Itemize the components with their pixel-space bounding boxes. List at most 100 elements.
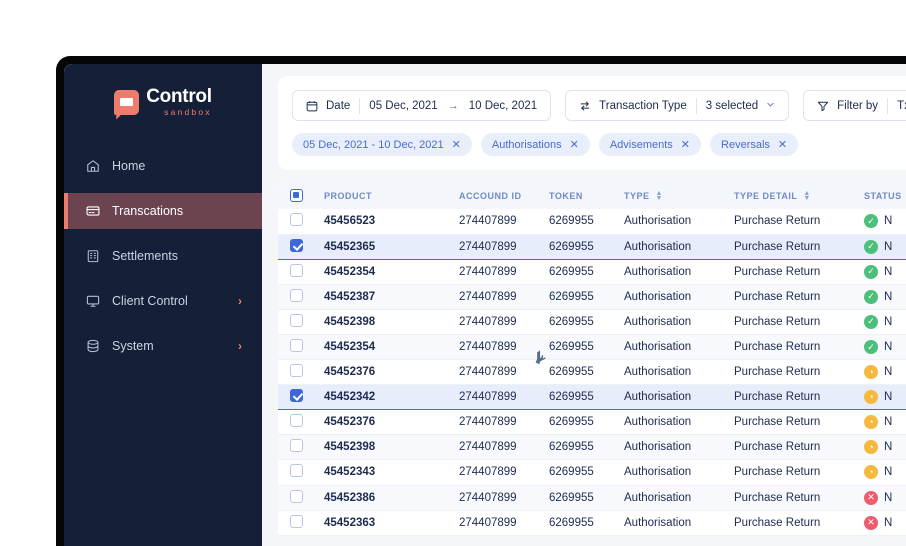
table-row[interactable]: 45452354 274407899 6269955 Authorisation Pur… [278, 259, 906, 285]
status-ok-icon: ✓ [864, 340, 878, 355]
row-select-cell [278, 384, 324, 411]
transaction-type-value: 3 selected [705, 99, 759, 112]
column-header-type[interactable]: TYPE ▲ ▼ [624, 183, 734, 209]
filter-chip[interactable]: 05 Dec, 2021 - 10 Dec, 2021 ✕ [292, 133, 472, 156]
row-checkbox[interactable] [290, 489, 303, 503]
table-row[interactable]: 45456523 274407899 6269955 Authorisation Pur… [278, 209, 906, 235]
cell-token: 6269955 [549, 485, 624, 511]
column-header-status[interactable]: STATUS [864, 183, 906, 209]
app-screen: Control sandbox Home Transcations Settleme… [64, 64, 906, 546]
sort-icon[interactable]: ▲ ▼ [803, 190, 810, 202]
credit-card-icon [86, 204, 108, 218]
filter-chip-label: 05 Dec, 2021 - 10 Dec, 2021 [303, 138, 444, 151]
cell-account-id: 274407899 [459, 309, 549, 335]
cell-type-detail: Purchase Return [734, 284, 864, 310]
cell-type: Authorisation [624, 209, 734, 235]
cell-type-detail: Purchase Return [734, 409, 864, 436]
transfer-arrows-icon [579, 100, 591, 112]
cell-type-detail: Purchase Return [734, 259, 864, 285]
cell-token: 6269955 [549, 334, 624, 361]
chat-bubble-card-icon [114, 89, 140, 115]
cell-type-detail: Purchase Return [734, 485, 864, 511]
calendar-icon [306, 100, 318, 112]
sort-icon[interactable]: ▲ ▼ [656, 190, 663, 202]
divider [695, 97, 697, 114]
cell-type-detail: Purchase Return [734, 434, 864, 461]
close-icon[interactable]: ✕ [570, 138, 579, 151]
row-checkbox[interactable] [290, 288, 303, 302]
date-filter[interactable]: Date 05 Dec, 2021 → 10 Dec, 2021 [292, 90, 552, 121]
table-row[interactable]: 45452376 274407899 6269955 Authorisation Pur… [278, 359, 906, 386]
cell-type-detail: Purchase Return [734, 384, 864, 411]
close-icon[interactable]: ✕ [681, 138, 690, 151]
date-to-value[interactable]: 10 Dec, 2021 [469, 100, 537, 112]
cell-type: Authorisation [624, 434, 734, 461]
row-checkbox[interactable] [290, 464, 303, 478]
sidebar-item-home[interactable]: Home [64, 148, 262, 184]
date-from-value[interactable]: 05 Dec, 2021 [369, 100, 437, 112]
cell-account-id: 274407899 [459, 434, 549, 461]
table-row[interactable]: 45452398 274407899 6269955 Authorisation Pur… [278, 434, 906, 461]
cell-account-id: 274407899 [459, 485, 549, 511]
cell-status: ✓ N [864, 209, 906, 235]
cell-token: 6269955 [549, 384, 624, 411]
status-label: N [884, 290, 893, 303]
row-checkbox[interactable] [290, 389, 303, 403]
column-label: TOKEN [549, 191, 583, 201]
table-row[interactable]: 45452342 274407899 6269955 Authorisation Pur… [278, 384, 906, 411]
chevron-down-icon[interactable] [766, 100, 775, 111]
select-all-checkbox[interactable] [290, 188, 303, 202]
sidebar-item-transcations[interactable]: Transcations [64, 193, 262, 229]
filter-chip[interactable]: Authorisations ✕ [480, 133, 590, 156]
row-checkbox[interactable] [290, 238, 303, 252]
main-content: Date 05 Dec, 2021 → 10 Dec, 2021 Transac… [262, 64, 906, 546]
table-row[interactable]: 45452365 274407899 6269955 Authorisation Pur… [278, 233, 906, 260]
row-checkbox[interactable] [290, 263, 303, 277]
sidebar-item-settlements[interactable]: Settlements [64, 238, 262, 274]
table-row[interactable]: 45452363 274407899 6269955 Authorisation Pur… [278, 510, 906, 536]
cell-account-id: 274407899 [459, 259, 549, 285]
row-checkbox[interactable] [290, 339, 303, 353]
sidebar-item-client-control[interactable]: Client Control › [64, 283, 262, 319]
table-row[interactable]: 45452387 274407899 6269955 Authorisation Pur… [278, 284, 906, 310]
monitor-icon [86, 294, 108, 308]
cell-status: ◔ N [864, 359, 906, 386]
table-row[interactable]: 45452343 274407899 6269955 Authorisation Pur… [278, 459, 906, 486]
chevron-right-icon[interactable]: › [238, 339, 242, 353]
cell-type: Authorisation [624, 334, 734, 361]
cell-account-id: 274407899 [459, 284, 549, 310]
table-row[interactable]: 45452386 274407899 6269955 Authorisation Pur… [278, 485, 906, 511]
cell-product: 45452398 [324, 309, 459, 335]
row-checkbox[interactable] [290, 439, 303, 453]
filter-chip[interactable]: Advisements ✕ [598, 133, 702, 156]
status-label: N [884, 391, 893, 404]
row-select-cell [278, 409, 324, 436]
sidebar-item-system[interactable]: System › [64, 328, 262, 364]
filter-chip[interactable]: Reversals ✕ [710, 133, 799, 156]
column-header-account-id[interactable]: ACCOUND ID [459, 183, 549, 209]
row-checkbox[interactable] [290, 313, 303, 327]
close-icon[interactable]: ✕ [778, 138, 787, 151]
table-head: PRODUCT ACCOUND ID TOKEN TYPE ▲ ▼ TYPE D… [278, 183, 906, 209]
chevron-right-icon[interactable]: › [238, 294, 242, 308]
transaction-type-filter[interactable]: Transaction Type 3 selected [565, 90, 790, 121]
row-checkbox[interactable] [290, 364, 303, 378]
row-checkbox[interactable] [290, 213, 303, 227]
brand-name: Control [146, 86, 212, 108]
device-bezel: Control sandbox Home Transcations Settleme… [56, 56, 906, 546]
column-header-type-detail[interactable]: TYPE DETAIL ▲ ▼ [734, 183, 864, 209]
cell-account-id: 274407899 [459, 459, 549, 486]
column-header-product[interactable]: PRODUCT [324, 183, 459, 209]
filter-by-filter[interactable]: Filter by Txn Status [803, 90, 906, 121]
row-checkbox[interactable] [290, 514, 303, 528]
cell-token: 6269955 [549, 359, 624, 386]
row-checkbox[interactable] [290, 414, 303, 428]
table-row[interactable]: 45452398 274407899 6269955 Authorisation Pur… [278, 309, 906, 335]
sidebar-item-label: Home [112, 159, 146, 173]
close-icon[interactable]: ✕ [452, 138, 461, 151]
cell-status: ✓ N [864, 284, 906, 310]
table-row[interactable]: 45452376 274407899 6269955 Authorisation Pur… [278, 409, 906, 436]
column-header-token[interactable]: TOKEN [549, 183, 624, 209]
sidebar-item-label: Transcations [112, 204, 184, 218]
table-row[interactable]: 45452354 274407899 6269955 Authorisation Pur… [278, 334, 906, 361]
